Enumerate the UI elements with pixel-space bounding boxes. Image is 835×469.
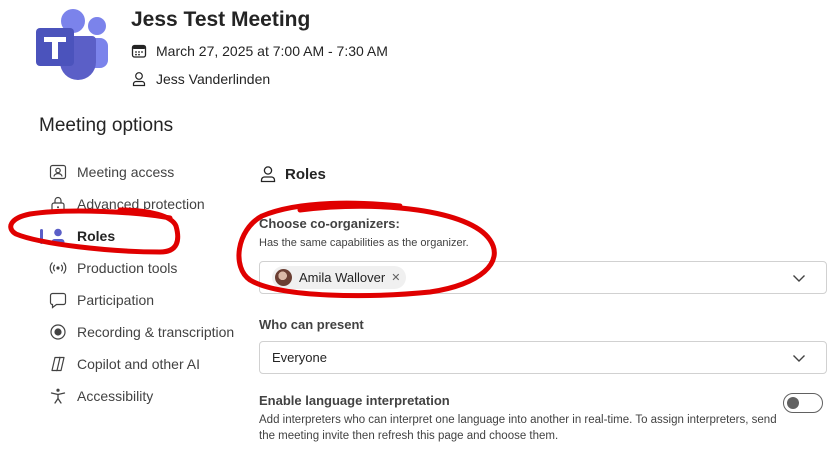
- person-icon: [49, 227, 67, 245]
- who-can-present-label: Who can present: [259, 317, 364, 332]
- chat-bubble-icon: [49, 291, 67, 309]
- language-interpretation-toggle[interactable]: [783, 393, 823, 413]
- meeting-title: Jess Test Meeting: [131, 8, 311, 31]
- nav-item-label: Roles: [77, 228, 116, 244]
- meeting-organizer-row: Jess Vanderlinden: [131, 71, 270, 87]
- nav-item-meeting-access[interactable]: Meeting access: [40, 156, 245, 188]
- nav-item-participation[interactable]: Participation: [40, 284, 245, 316]
- who-can-present-value: Everyone: [272, 350, 327, 365]
- co-organizers-label: Choose co-organizers:: [259, 216, 400, 231]
- toggle-knob: [787, 397, 799, 409]
- avatar: [275, 269, 292, 286]
- nav-item-recording-transcription[interactable]: Recording & transcription: [40, 316, 245, 348]
- co-organizers-picker[interactable]: Amila Wallover ✕: [259, 261, 827, 294]
- nav-item-label: Copilot and other AI: [77, 356, 200, 372]
- person-icon: [259, 165, 277, 183]
- nav-item-label: Participation: [77, 292, 155, 308]
- nav-item-label: Advanced protection: [77, 196, 205, 212]
- who-can-present-dropdown[interactable]: Everyone: [259, 341, 827, 374]
- nav-item-production-tools[interactable]: Production tools: [40, 252, 245, 284]
- nav-item-roles[interactable]: Roles: [40, 220, 245, 252]
- nav-item-advanced-protection[interactable]: Advanced protection: [40, 188, 245, 220]
- chevron-down-icon[interactable]: [792, 352, 806, 364]
- remove-chip-icon[interactable]: ✕: [391, 271, 400, 284]
- nav-item-accessibility[interactable]: Accessibility: [40, 380, 245, 412]
- lock-icon: [49, 195, 67, 213]
- nav-item-label: Production tools: [77, 260, 178, 276]
- options-nav: Meeting access Advanced protection Roles…: [40, 156, 245, 412]
- teams-logo-icon: [36, 9, 108, 80]
- nav-item-label: Accessibility: [77, 388, 154, 404]
- page-title: Meeting options: [39, 115, 174, 136]
- co-organizers-hint: Has the same capabilities as the organiz…: [259, 237, 469, 249]
- record-icon: [49, 323, 67, 341]
- language-interpretation-label: Enable language interpretation: [259, 393, 450, 408]
- meeting-access-icon: [49, 163, 67, 181]
- nav-item-label: Recording & transcription: [77, 324, 235, 340]
- co-organizer-name: Amila Wallover: [299, 270, 386, 285]
- calendar-icon: [131, 43, 147, 59]
- active-indicator: [40, 229, 43, 244]
- co-organizer-chip: Amila Wallover ✕: [272, 266, 407, 289]
- section-heading: Roles: [259, 165, 326, 183]
- language-interpretation-description: Add interpreters who can interpret one l…: [259, 414, 777, 442]
- meeting-organizer: Jess Vanderlinden: [156, 71, 271, 87]
- accessibility-icon: [49, 387, 67, 405]
- meeting-datetime: March 27, 2025 at 7:00 AM - 7:30 AM: [156, 43, 388, 59]
- copilot-icon: [49, 355, 67, 373]
- nav-item-copilot-ai[interactable]: Copilot and other AI: [40, 348, 245, 380]
- chevron-down-icon[interactable]: [792, 272, 806, 284]
- person-icon: [131, 71, 147, 87]
- meeting-datetime-row: March 27, 2025 at 7:00 AM - 7:30 AM: [131, 43, 388, 59]
- section-title: Roles: [285, 165, 326, 183]
- broadcast-icon: [49, 259, 67, 277]
- nav-item-label: Meeting access: [77, 164, 175, 180]
